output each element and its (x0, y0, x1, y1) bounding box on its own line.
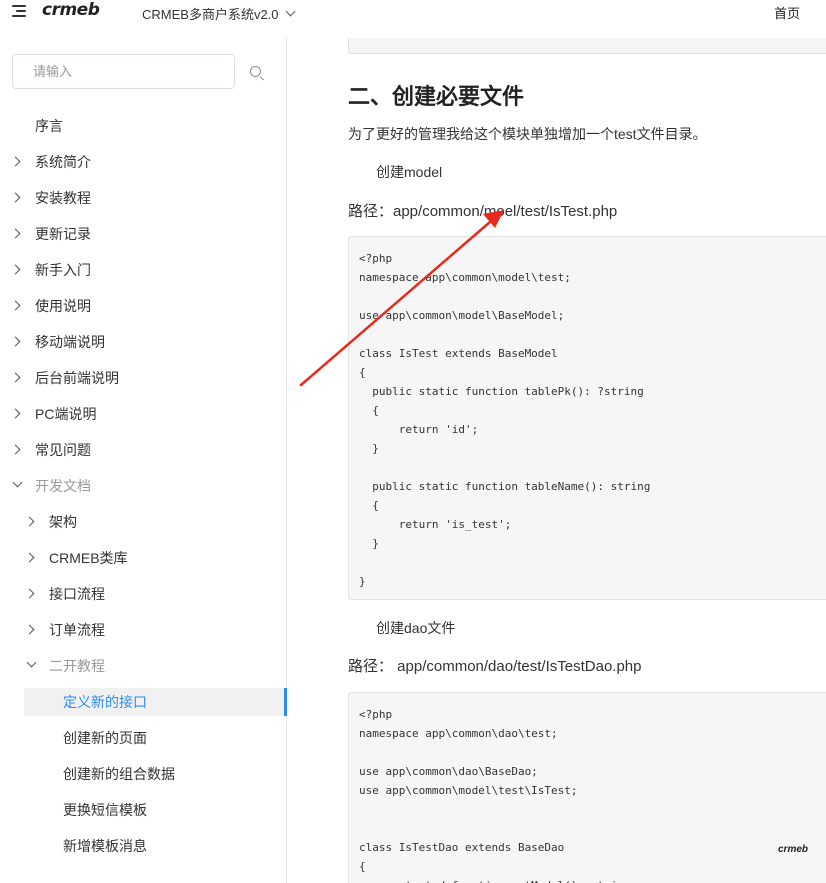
sidebar-item-preface[interactable]: 序言 (35, 112, 63, 140)
chevron-right-icon (10, 300, 21, 311)
sidebar-item-getting-started[interactable]: 新手入门 (0, 256, 286, 284)
sidebar-item-order-flow[interactable]: 订单流程 (0, 616, 286, 644)
sidebar-item-create-group-data[interactable]: 创建新的组合数据 (63, 760, 175, 788)
chevron-right-icon (10, 156, 21, 167)
active-indicator (284, 688, 287, 716)
model-path: 路径：app/common/moel/test/IsTest.php (348, 203, 618, 220)
chevron-down-icon (285, 6, 295, 17)
product-version-label: CRMEB多商户系统v2.0 (142, 7, 279, 22)
code-block-previous (348, 38, 826, 54)
dao-heading: 创建dao文件 (376, 620, 456, 636)
sidebar-item-dev-docs[interactable]: 开发文档 (0, 472, 286, 500)
chevron-right-icon (10, 372, 21, 383)
sidebar-item-pc[interactable]: PC端说明 (0, 400, 286, 428)
chevron-right-icon (10, 444, 21, 455)
menu-toggle-icon[interactable] (12, 4, 28, 18)
sidebar-item-secondary-dev[interactable]: 二开教程 (0, 652, 286, 680)
chevron-right-icon (10, 264, 21, 275)
search-icon[interactable] (250, 66, 265, 81)
crmeb-logo[interactable]: crmeb (42, 0, 100, 20)
intro-text: 为了更好的管理我给这个模块单独增加一个test文件目录。 (348, 126, 707, 142)
chevron-down-icon (26, 657, 37, 668)
sidebar-item-admin-frontend[interactable]: 后台前端说明 (0, 364, 286, 392)
product-version-dropdown[interactable]: CRMEB多商户系统v2.0 (142, 4, 295, 23)
chevron-right-icon (10, 192, 21, 203)
model-heading: 创建model (376, 164, 443, 180)
sidebar-item-usage[interactable]: 使用说明 (0, 292, 286, 320)
sidebar-item-mobile[interactable]: 移动端说明 (0, 328, 286, 356)
sidebar-item-changelog[interactable]: 更新记录 (0, 220, 286, 248)
chevron-right-icon (10, 336, 21, 347)
chevron-right-icon (10, 228, 21, 239)
sidebar-item-api-flow[interactable]: 接口流程 (0, 580, 286, 608)
chevron-right-icon (10, 408, 21, 419)
sidebar-item-faq[interactable]: 常见问题 (0, 436, 286, 464)
sidebar-item-install[interactable]: 安装教程 (0, 184, 286, 212)
sidebar: 请输入 序言 系统简介 安装教程 更新记录 新手入门 使用说明 移动端说明 后台… (0, 38, 287, 883)
crmeb-watermark: crmeb (778, 844, 809, 855)
top-header: crmeb CRMEB多商户系统v2.0 首页 (0, 0, 826, 26)
section-title: 二、创建必要文件 (348, 84, 525, 109)
search-input[interactable]: 请输入 (12, 54, 235, 89)
home-link[interactable]: 首页 (774, 3, 800, 22)
sidebar-item-create-page[interactable]: 创建新的页面 (63, 724, 147, 752)
chevron-right-icon (24, 588, 35, 599)
dao-code-block: <?php namespace app\common\dao\test; use… (348, 692, 826, 883)
chevron-right-icon (24, 552, 35, 563)
sidebar-item-define-api[interactable]: 定义新的接口 (24, 688, 287, 716)
dao-path: 路径： app/common/dao/test/IsTestDao.php (348, 658, 642, 675)
chevron-down-icon (12, 477, 23, 488)
sidebar-item-template-message[interactable]: 新增模板消息 (63, 832, 147, 860)
sidebar-item-intro[interactable]: 系统简介 (0, 148, 286, 176)
sidebar-item-crmeb-lib[interactable]: CRMEB类库 (0, 544, 286, 572)
model-code-block: <?php namespace app\common\model\test; u… (348, 236, 826, 600)
doc-content: 二、创建必要文件 为了更好的管理我给这个模块单独增加一个test文件目录。 创建… (288, 38, 826, 883)
sidebar-item-sms-template[interactable]: 更换短信模板 (63, 796, 147, 824)
chevron-right-icon (24, 516, 35, 527)
chevron-right-icon (24, 624, 35, 635)
sidebar-item-architecture[interactable]: 架构 (0, 508, 286, 536)
